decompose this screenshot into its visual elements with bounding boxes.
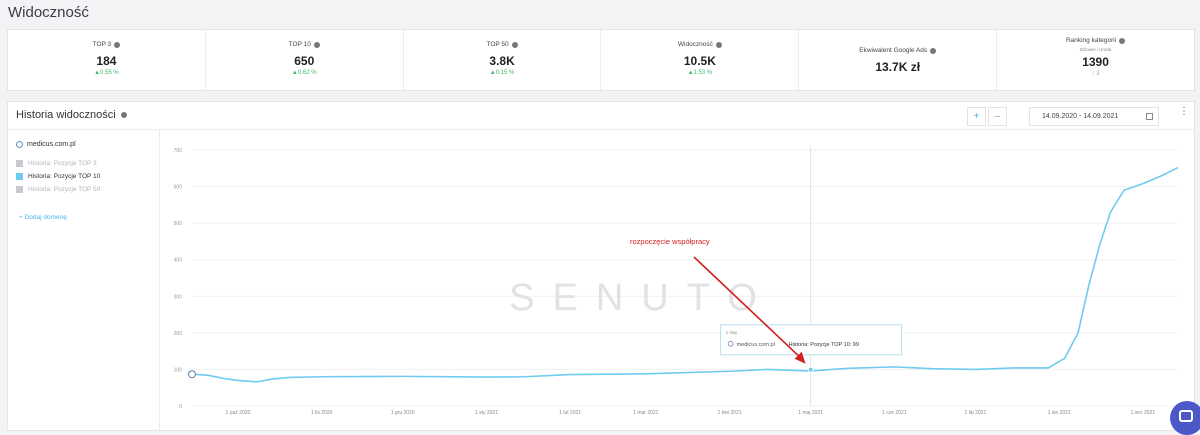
- kpi-value: 13.7K zł: [875, 60, 921, 74]
- kpi-label: TOP 50: [486, 41, 509, 48]
- x-tick-label: 1 kwi 2021: [718, 410, 742, 416]
- kpi-value: 184: [96, 54, 117, 68]
- x-tick-label: 1 paź 2020: [226, 410, 251, 416]
- info-icon[interactable]: [715, 41, 722, 48]
- kpi-value: 3.8K: [489, 54, 515, 68]
- kpi-change: ▲0.55 %: [94, 70, 119, 76]
- series-line-top10: [191, 166, 1179, 383]
- legend-swatch: [16, 160, 23, 167]
- kpi-value: 1390: [1082, 55, 1109, 69]
- y-tick-label: 400: [174, 258, 183, 264]
- chart-legend: medicus.com.pl Historia: Pozycje TOP 3 H…: [8, 130, 160, 430]
- zoom-in-button[interactable]: +: [967, 107, 986, 126]
- date-range-picker[interactable]: 14.09.2020 - 14.09.2021: [1029, 107, 1159, 126]
- kpi-change: ↑ 3: [1091, 71, 1100, 77]
- date-range-text: 14.09.2020 - 14.09.2021: [1042, 113, 1119, 120]
- info-icon[interactable]: [511, 41, 518, 48]
- add-domain-link[interactable]: + Dodaj domenę: [19, 214, 67, 221]
- info-icon[interactable]: [120, 112, 127, 118]
- calendar-icon: [1146, 113, 1153, 120]
- chat-button[interactable]: [1170, 401, 1200, 435]
- y-tick-label: 700: [174, 148, 183, 154]
- kpi-change: ▲0.62 %: [291, 70, 317, 76]
- kpi-category-name: Zdrowie i Uroda: [1079, 47, 1112, 52]
- domain-icon: [16, 141, 23, 148]
- kpi-row: TOP 3 184 ▲0.55 % TOP 10 650 ▲0.62 % TOP…: [7, 29, 1195, 91]
- legend-swatch: [16, 186, 23, 193]
- zoom-out-button[interactable]: –: [988, 107, 1007, 126]
- x-tick-label: 1 lut 2021: [559, 410, 581, 416]
- tooltip-value: Historia: Pozycje TOP 10: 99: [789, 342, 859, 348]
- kpi-google-ads[interactable]: Ekwiwalent Google Ads 13.7K zł: [799, 30, 998, 90]
- kpi-label: Ekwiwalent Google Ads: [859, 47, 928, 54]
- y-tick-label: 0: [179, 404, 182, 410]
- kpi-visibility[interactable]: Widoczność 10.5K ▲1.53 %: [601, 30, 800, 90]
- y-tick-label: 600: [174, 185, 183, 191]
- tooltip-date: 1 maj: [726, 330, 737, 335]
- visibility-history-panel: Historia widoczności + – 14.09.2020 - 14…: [7, 101, 1195, 431]
- x-tick-label: 1 gru 2020: [391, 410, 415, 416]
- legend-item-label: Historia: Pozycje TOP 50: [28, 186, 101, 193]
- info-icon[interactable]: [930, 47, 937, 54]
- tooltip-box: [720, 324, 903, 356]
- kpi-change: ▲0.15 %: [489, 70, 515, 76]
- visibility-line-chart[interactable]: 0 100 200 300 400 500 600 700 1 paź 2020 1 lis 20…: [160, 130, 1194, 430]
- x-tick-label: 1 maj 2021: [798, 410, 823, 416]
- info-icon[interactable]: [114, 41, 121, 48]
- kpi-label: Ranking kategorii: [1065, 37, 1117, 44]
- legend-item-top10[interactable]: Historia: Pozycje TOP 10: [16, 173, 100, 180]
- hover-point-marker: [807, 366, 814, 373]
- kpi-value: 650: [294, 54, 315, 68]
- legend-item-top50[interactable]: Historia: Pozycje TOP 50: [16, 186, 100, 193]
- legend-item-label: Historia: Pozycje TOP 10: [28, 173, 101, 180]
- x-tick-label: 1 sty 2021: [475, 410, 498, 416]
- kpi-label: TOP 10: [288, 41, 311, 48]
- x-tick-label: 1 sie 2021: [1048, 410, 1071, 416]
- legend-item-label: Historia: Pozycje TOP 3: [28, 160, 97, 167]
- kpi-change: ▲1.53 %: [687, 70, 713, 76]
- panel-header: Historia widoczności + – 14.09.2020 - 14…: [8, 102, 1194, 130]
- chat-icon: [1179, 410, 1193, 422]
- info-icon[interactable]: [313, 41, 320, 48]
- x-tick-label: 1 lis 2020: [311, 410, 333, 416]
- kpi-category-ranking[interactable]: Ranking kategorii Zdrowie i Uroda 1390 ↑…: [997, 30, 1194, 90]
- kpi-top3[interactable]: TOP 3 184 ▲0.55 %: [8, 30, 206, 90]
- panel-title: Historia widoczności: [16, 109, 116, 121]
- y-tick-label: 300: [174, 294, 183, 300]
- tooltip-domain: medicus.com.pl: [737, 342, 775, 348]
- more-menu-icon[interactable]: ⋮: [1179, 107, 1189, 117]
- y-tick-label: 100: [174, 367, 183, 373]
- kpi-label: TOP 3: [92, 41, 112, 48]
- kpi-top50[interactable]: TOP 50 3.8K ▲0.15 %: [404, 30, 602, 90]
- legend-item-top3[interactable]: Historia: Pozycje TOP 3: [16, 160, 97, 167]
- annotation-label: rozpoczęcie współpracy: [630, 237, 710, 246]
- watermark: SENUTO: [509, 277, 775, 319]
- domain-name: medicus.com.pl: [27, 141, 76, 148]
- legend-domain: medicus.com.pl: [16, 141, 76, 148]
- kpi-top10[interactable]: TOP 10 650 ▲0.62 %: [206, 30, 404, 90]
- y-tick-label: 500: [174, 221, 183, 227]
- start-point-marker: [187, 370, 197, 379]
- x-tick-label: 1 wrz 2021: [1131, 410, 1156, 416]
- info-icon[interactable]: [1119, 37, 1126, 44]
- x-tick-label: 1 cze 2021: [882, 410, 907, 416]
- x-tick-label: 1 lip 2021: [965, 410, 987, 416]
- y-tick-label: 200: [174, 331, 183, 337]
- kpi-label: Widoczność: [677, 41, 713, 48]
- x-tick-label: 1 mar 2021: [633, 410, 659, 416]
- legend-swatch: [16, 173, 23, 180]
- page-title: Widoczność: [8, 4, 89, 21]
- kpi-value: 10.5K: [683, 54, 716, 68]
